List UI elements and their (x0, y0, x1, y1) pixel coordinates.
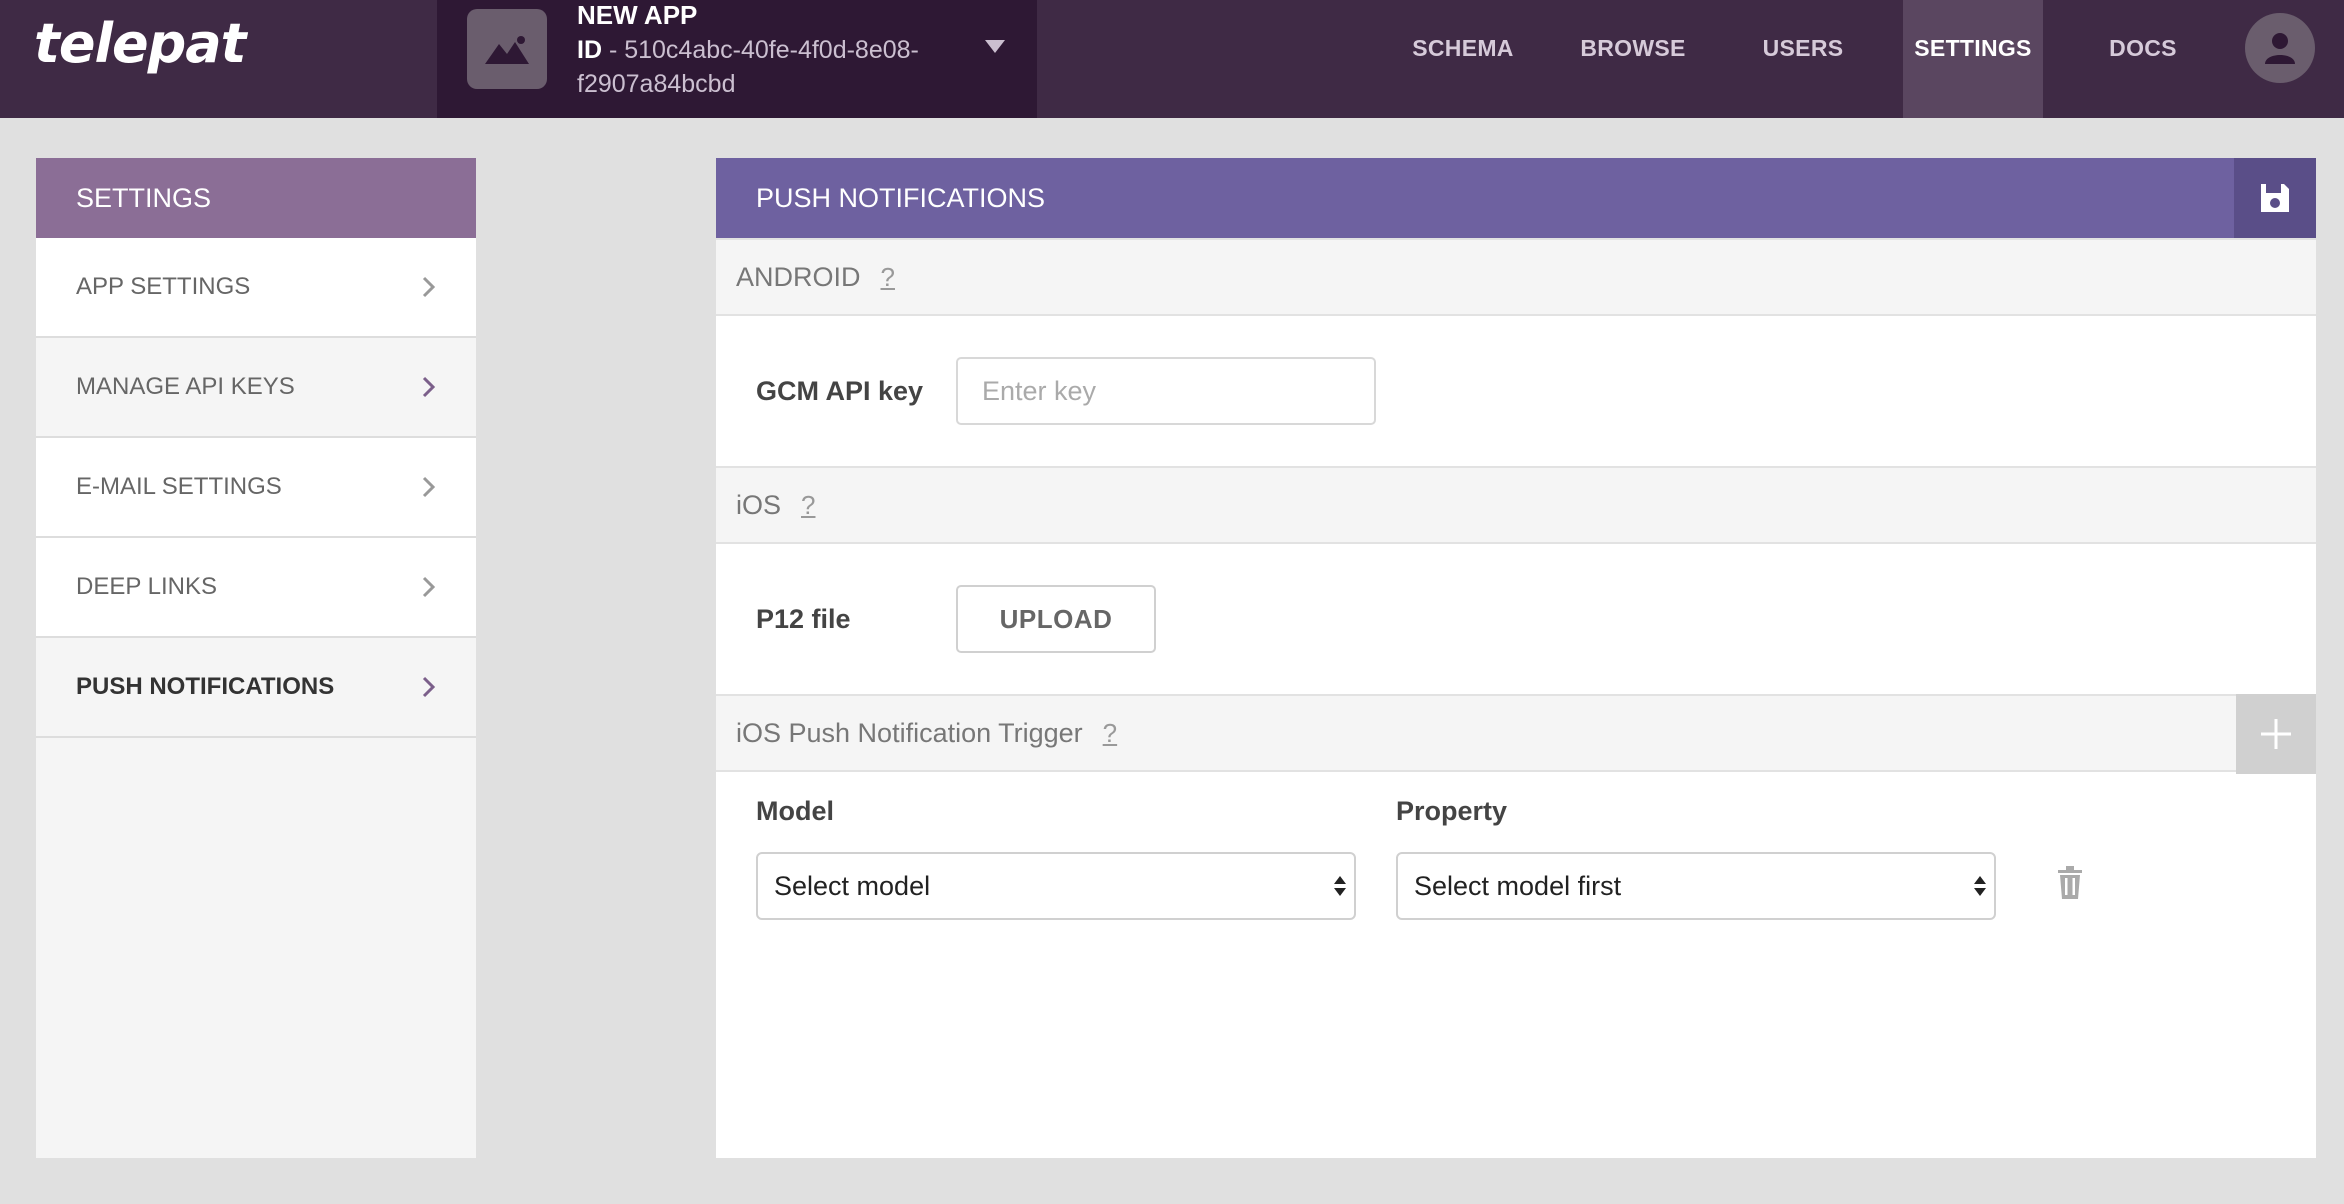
app-id-value: - 510c4abc-40fe-4f0d-8e08-f2907a84bcbd (577, 36, 919, 98)
chevron-down-icon[interactable] (985, 40, 1005, 53)
top-bar: telepat NEW APP ID - 510c4abc-40fe-4f0d-… (0, 0, 2344, 118)
chevron-right-icon (422, 476, 436, 498)
android-help-link[interactable]: ? (881, 262, 895, 293)
ios-section-header: iOS ? (716, 466, 2316, 544)
nav-schema[interactable]: SCHEMA (1393, 0, 1533, 118)
sidebar-item-manage-api-keys[interactable]: MANAGE API KEYS (36, 338, 476, 438)
user-avatar-icon[interactable] (2245, 13, 2315, 83)
push-notifications-panel: PUSH NOTIFICATIONS ANDROID ? GCM API key… (716, 158, 2316, 1158)
ios-help-link[interactable]: ? (801, 490, 815, 521)
select-arrows-icon (1974, 876, 1986, 896)
chevron-right-icon (422, 676, 436, 698)
trigger-labels-row: Model Property (716, 772, 2316, 852)
ios-section-body: P12 file UPLOAD (716, 544, 2316, 694)
sidebar-item-label: APP SETTINGS (76, 273, 251, 300)
app-image-icon (467, 9, 547, 89)
ios-trigger-title: iOS Push Notification Trigger (736, 717, 1083, 748)
android-section-header: ANDROID ? (716, 238, 2316, 316)
sidebar-item-label: MANAGE API KEYS (76, 373, 295, 400)
property-select[interactable]: Select model first (1396, 852, 1996, 920)
ios-section-title: iOS (736, 489, 782, 520)
chevron-right-icon (422, 576, 436, 598)
app-id-label: ID (577, 36, 602, 64)
model-select[interactable]: Select model (756, 852, 1356, 920)
property-label: Property (1396, 796, 1508, 826)
android-section-body: GCM API key (716, 316, 2316, 466)
ios-trigger-section-header: iOS Push Notification Trigger ? (716, 694, 2316, 774)
nav-browse[interactable]: BROWSE (1563, 0, 1703, 118)
save-button[interactable] (2234, 158, 2316, 238)
p12-file-label: P12 file (756, 603, 851, 634)
trigger-row: Select model Select model first (716, 852, 2316, 932)
panel-header: PUSH NOTIFICATIONS (716, 158, 2316, 238)
sidebar-item-label: DEEP LINKS (76, 573, 217, 600)
settings-sidebar: SETTINGS APP SETTINGS MANAGE API KEYS E-… (36, 158, 476, 1158)
ios-trigger-help-link[interactable]: ? (1103, 718, 1117, 749)
app-name: NEW APP (577, 0, 698, 30)
upload-button[interactable]: UPLOAD (956, 585, 1156, 653)
android-section-title: ANDROID (736, 261, 861, 292)
sidebar-item-email-settings[interactable]: E-MAIL SETTINGS (36, 438, 476, 538)
save-icon (2261, 184, 2289, 212)
sidebar-item-label: PUSH NOTIFICATIONS (76, 673, 335, 700)
model-label: Model (756, 796, 834, 826)
sidebar-item-push-notifications[interactable]: PUSH NOTIFICATIONS (36, 638, 476, 738)
app-id: ID - 510c4abc-40fe-4f0d-8e08-f2907a84bcb… (577, 33, 977, 101)
logo[interactable]: telepat (34, 12, 246, 75)
nav-settings[interactable]: SETTINGS (1903, 0, 2043, 118)
select-arrows-icon (1334, 876, 1346, 896)
nav-users[interactable]: USERS (1733, 0, 1873, 118)
trash-icon (2058, 866, 2082, 899)
sidebar-title: SETTINGS (36, 158, 476, 238)
gcm-api-key-label: GCM API key (756, 375, 924, 406)
delete-trigger-button[interactable] (2056, 866, 2084, 905)
nav-docs[interactable]: DOCS (2073, 0, 2213, 118)
model-select-value: Select model (774, 870, 931, 901)
chevron-right-icon (422, 376, 436, 398)
panel-title: PUSH NOTIFICATIONS (756, 182, 1046, 213)
chevron-right-icon (422, 276, 436, 298)
gcm-api-key-input[interactable] (956, 357, 1376, 425)
app-selector[interactable]: NEW APP ID - 510c4abc-40fe-4f0d-8e08-f29… (437, 0, 1037, 118)
sidebar-item-deep-links[interactable]: DEEP LINKS (36, 538, 476, 638)
property-select-value: Select model first (1414, 870, 1622, 901)
add-trigger-button[interactable] (2236, 694, 2316, 774)
sidebar-item-label: E-MAIL SETTINGS (76, 473, 282, 500)
plus-icon (2261, 719, 2291, 749)
sidebar-item-app-settings[interactable]: APP SETTINGS (36, 238, 476, 338)
